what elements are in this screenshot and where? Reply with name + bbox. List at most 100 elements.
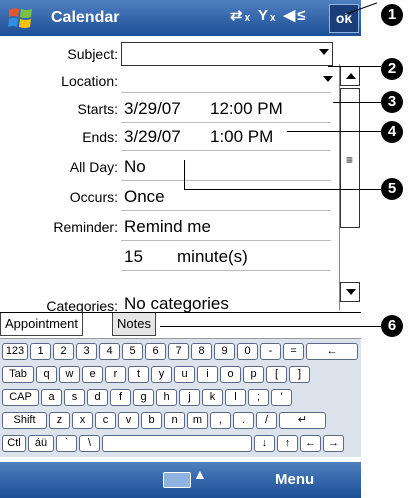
- key[interactable]: ]: [289, 366, 310, 383]
- arrow-up-icon: [346, 73, 356, 79]
- key[interactable]: q: [36, 366, 57, 383]
- callout-4: 4: [381, 121, 403, 143]
- backtick-key[interactable]: `: [56, 435, 77, 452]
- key[interactable]: ;: [248, 389, 269, 406]
- key[interactable]: 8: [191, 343, 212, 360]
- reminder-amount-underline: [121, 270, 331, 271]
- shift-key[interactable]: Shift: [2, 412, 47, 429]
- tab-key[interactable]: Tab: [2, 366, 34, 383]
- key[interactable]: f: [110, 389, 131, 406]
- key[interactable]: h: [156, 389, 177, 406]
- accent-key[interactable]: áü: [28, 435, 54, 452]
- key[interactable]: .: [233, 412, 254, 429]
- key[interactable]: 123: [2, 343, 28, 360]
- key[interactable]: r: [105, 366, 126, 383]
- ctrl-key[interactable]: Ctl: [2, 435, 26, 452]
- key[interactable]: 5: [122, 343, 143, 360]
- tab-appointment[interactable]: Appointment: [0, 313, 83, 336]
- keyboard-icon[interactable]: [163, 472, 191, 488]
- status-icons[interactable]: ⇄ₓ Yₓ ◀≤: [230, 6, 307, 24]
- vertical-scrollbar[interactable]: ≡: [339, 64, 360, 310]
- starts-time[interactable]: 12:00 PM: [210, 99, 283, 119]
- enter-key[interactable]: ↵: [279, 412, 326, 429]
- arrow-right-key[interactable]: →: [323, 435, 344, 452]
- grip-icon: ≡: [346, 153, 354, 167]
- ends-time[interactable]: 1:00 PM: [210, 127, 273, 147]
- key[interactable]: 3: [76, 343, 97, 360]
- key[interactable]: d: [87, 389, 108, 406]
- key[interactable]: l: [225, 389, 246, 406]
- ends-label: Ends:: [82, 129, 118, 145]
- backspace-key[interactable]: ←: [306, 343, 358, 360]
- subject-row: Subject:: [0, 42, 337, 68]
- key[interactable]: 0: [237, 343, 258, 360]
- title-bar: Calendar ⇄ₓ Yₓ ◀≤ ok: [0, 0, 361, 36]
- key[interactable]: c: [95, 412, 116, 429]
- reminder-unit[interactable]: minute(s): [177, 247, 248, 267]
- caret-up-icon[interactable]: ▲: [193, 466, 207, 482]
- scroll-up-button[interactable]: [340, 66, 360, 86]
- key[interactable]: v: [118, 412, 139, 429]
- occurs-label: Occurs:: [69, 189, 118, 205]
- key[interactable]: ': [271, 389, 292, 406]
- ok-button[interactable]: ok: [329, 4, 359, 33]
- key[interactable]: 9: [214, 343, 235, 360]
- allday-value[interactable]: No: [124, 157, 146, 177]
- key[interactable]: [: [266, 366, 287, 383]
- categories-value[interactable]: No categories: [124, 294, 229, 312]
- chevron-down-icon[interactable]: [319, 49, 329, 55]
- occurs-value[interactable]: Once: [124, 187, 165, 207]
- key[interactable]: y: [151, 366, 172, 383]
- categories-label: Categories:: [46, 298, 118, 312]
- starts-underline: [121, 122, 331, 123]
- key[interactable]: g: [133, 389, 154, 406]
- arrow-left-key[interactable]: ←: [300, 435, 321, 452]
- key[interactable]: 4: [99, 343, 120, 360]
- backslash-key[interactable]: \: [79, 435, 100, 452]
- key[interactable]: t: [128, 366, 149, 383]
- starts-date[interactable]: 3/29/07: [124, 99, 181, 119]
- key[interactable]: w: [59, 366, 80, 383]
- key[interactable]: 6: [145, 343, 166, 360]
- reminder-amount[interactable]: 15: [124, 247, 143, 267]
- key[interactable]: o: [220, 366, 241, 383]
- key[interactable]: a: [41, 389, 62, 406]
- menu-button[interactable]: Menu: [275, 471, 314, 488]
- windows-start-icon[interactable]: [6, 4, 36, 32]
- key[interactable]: 7: [168, 343, 189, 360]
- reminder-amount-row: 15 minute(s): [0, 244, 337, 272]
- key[interactable]: j: [179, 389, 200, 406]
- chevron-down-icon[interactable]: [323, 76, 333, 82]
- key[interactable]: /: [256, 412, 277, 429]
- key[interactable]: 1: [30, 343, 51, 360]
- ends-date[interactable]: 3/29/07: [124, 127, 181, 147]
- subject-label: Subject:: [67, 46, 118, 62]
- key[interactable]: z: [49, 412, 70, 429]
- key[interactable]: b: [141, 412, 162, 429]
- key[interactable]: i: [197, 366, 218, 383]
- key[interactable]: -: [260, 343, 281, 360]
- key[interactable]: u: [174, 366, 195, 383]
- caps-key[interactable]: CAP: [2, 389, 39, 406]
- key[interactable]: m: [187, 412, 208, 429]
- key[interactable]: n: [164, 412, 185, 429]
- reminder-value[interactable]: Remind me: [124, 217, 211, 237]
- arrow-down-key[interactable]: ↓: [254, 435, 275, 452]
- occurs-underline: [121, 210, 331, 211]
- location-underline: [121, 92, 331, 93]
- key[interactable]: 2: [53, 343, 74, 360]
- key[interactable]: =: [283, 343, 304, 360]
- key[interactable]: k: [202, 389, 223, 406]
- key[interactable]: p: [243, 366, 264, 383]
- key[interactable]: e: [82, 366, 103, 383]
- key[interactable]: s: [64, 389, 85, 406]
- key[interactable]: x: [72, 412, 93, 429]
- arrow-up-key[interactable]: ↑: [277, 435, 298, 452]
- space-key[interactable]: [102, 435, 252, 452]
- scroll-thumb[interactable]: ≡: [340, 88, 360, 228]
- tab-notes[interactable]: Notes: [112, 313, 156, 336]
- scroll-down-button[interactable]: [340, 282, 360, 302]
- subject-dropdown[interactable]: [121, 42, 333, 66]
- callout-1: 1: [381, 4, 403, 26]
- key[interactable]: ,: [210, 412, 231, 429]
